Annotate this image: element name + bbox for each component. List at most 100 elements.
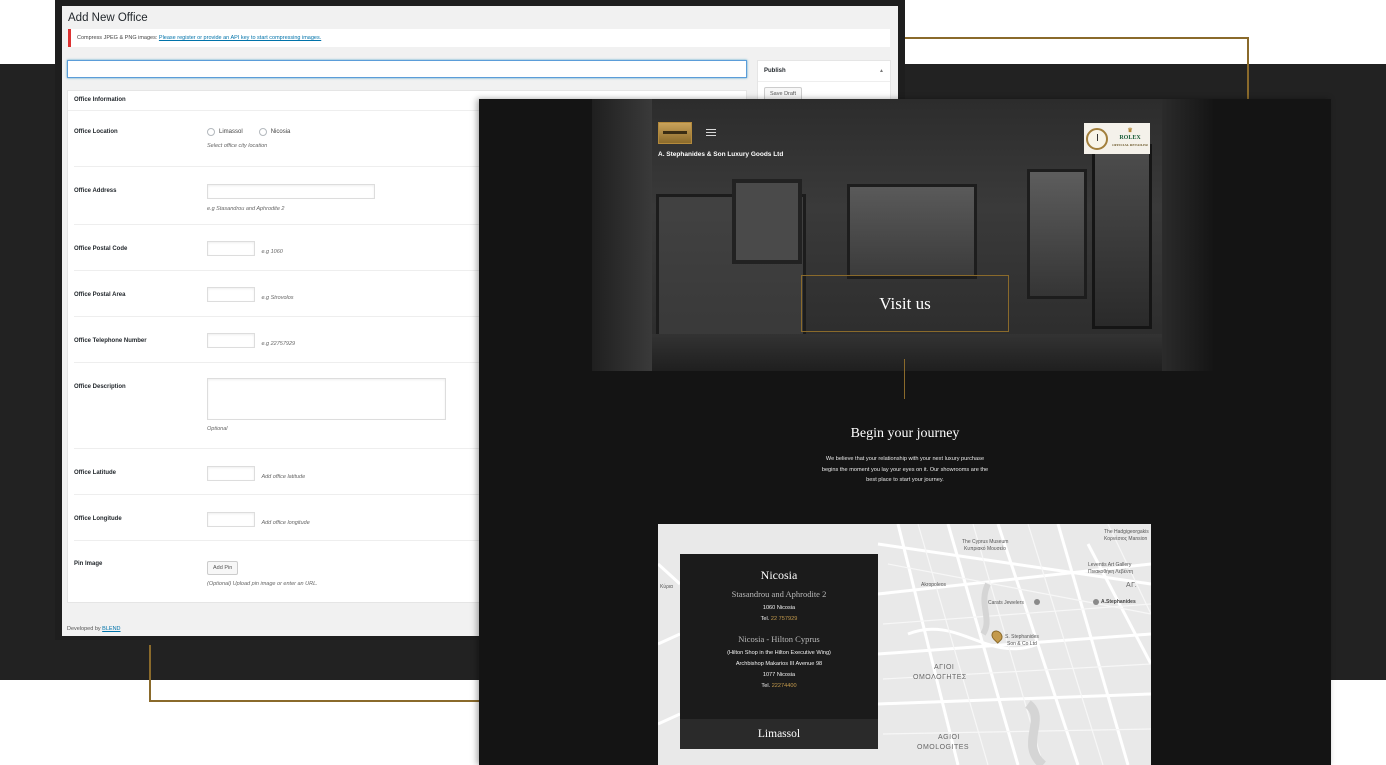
hero-wall-right xyxy=(1162,99,1215,371)
card-tel-2-prefix: Tel. xyxy=(761,683,771,689)
label-telephone: Office Telephone Number xyxy=(74,338,147,344)
rolex-clock-icon xyxy=(1086,127,1109,150)
hero-cabinet-center xyxy=(847,184,977,279)
visit-us-frame: Visit us xyxy=(801,275,1009,332)
pin-hint: (Optional) Upload pin image or enter an … xyxy=(207,581,318,587)
map-label-agioi-4: OMOLOGITES xyxy=(917,744,970,751)
card-address-2-title: Nicosia - Hilton Cyprus xyxy=(738,634,820,644)
notice-link[interactable]: Please register or provide an API key to… xyxy=(159,35,321,41)
map-label-son-co-1: S. Stephanides xyxy=(1005,634,1039,640)
telephone-input[interactable] xyxy=(207,333,255,349)
card-tel-1[interactable]: 22 757929 xyxy=(771,616,797,622)
label-office-location: Office Location xyxy=(74,129,118,135)
longitude-input[interactable] xyxy=(207,512,255,528)
footer-text: Developed by xyxy=(67,626,101,632)
publish-title: Publish xyxy=(764,68,786,74)
location-hint: Select office city location xyxy=(207,143,268,149)
connector-line-top xyxy=(905,37,1249,39)
hero-door-right xyxy=(1092,144,1152,329)
notice-text: Compress JPEG & PNG images: xyxy=(77,35,158,41)
screenshot-stage: Add New Office Compress JPEG & PNG image… xyxy=(0,0,1386,765)
longitude-hint: Add office longitude xyxy=(261,520,310,526)
radio-nicosia-label: Nicosia xyxy=(270,129,291,135)
label-office-address: Office Address xyxy=(74,188,117,194)
office-address-input[interactable] xyxy=(207,184,375,200)
rolex-sub-label: OFFICIAL RETAILER xyxy=(1112,143,1148,147)
menu-hamburger-icon[interactable] xyxy=(706,129,716,138)
card-address-2-line2: Archbishop Makarios III Avenue 98 xyxy=(735,661,823,667)
description-textarea[interactable] xyxy=(207,378,446,420)
rolex-label: ROLEX xyxy=(1119,135,1141,141)
card-postal-2: 1077 Nicosia xyxy=(762,672,796,678)
hero-wall-left xyxy=(592,99,652,371)
collapse-arrow-icon[interactable]: ▲ xyxy=(879,68,884,74)
postal-code-input[interactable] xyxy=(207,241,255,257)
label-description: Office Description xyxy=(74,384,126,390)
page-title: Add New Office xyxy=(68,12,148,24)
map-label-geograph: The Hadgigeorgakis xyxy=(1104,529,1149,535)
latitude-hint: Add office latitude xyxy=(261,474,306,480)
card-tel-1-row: Tel. 22 757929 xyxy=(680,616,878,622)
card-tel-2-row: Tel. 22274400 xyxy=(680,683,878,689)
rolex-badge[interactable]: ♛ ROLEX OFFICIAL RETAILER xyxy=(1084,123,1150,154)
office-title-input[interactable] xyxy=(67,60,747,78)
map-label-museum-gr: Κυπριακό Μουσείο xyxy=(964,546,1006,552)
label-postal-area: Office Postal Area xyxy=(74,292,126,298)
brand-logo-icon[interactable] xyxy=(658,122,692,144)
connector-line-top-drop xyxy=(1247,37,1249,99)
address-hint: e.g Stasandrou and Aphrodite 2 xyxy=(207,206,285,212)
map-label-geograph-2: Κορνέσιος Mansion xyxy=(1104,536,1148,542)
latitude-input[interactable] xyxy=(207,466,255,482)
postal-area-input[interactable] xyxy=(207,287,255,303)
brand-name: A. Stephanides & Son Luxury Goods Ltd xyxy=(658,151,784,158)
admin-footer: Developed by BLEND xyxy=(67,626,121,632)
limassol-label: Limassol xyxy=(757,728,801,740)
map-label-agioi-1: ΑΓΙΟΙ xyxy=(934,664,955,671)
hero-banner: A. Stephanides & Son Luxury Goods Ltd ♛ … xyxy=(592,99,1215,371)
map-label-museum: The Cyprus Museum xyxy=(962,539,1009,545)
card-address-2-line1: (Hilton Shop in the Hilton Executive Win… xyxy=(727,650,831,656)
footer-link[interactable]: BLEND xyxy=(102,626,120,632)
journey-title: Begin your journey xyxy=(850,426,960,441)
carats-place-icon xyxy=(1034,599,1040,605)
label-longitude: Office Longitude xyxy=(74,516,122,522)
add-pin-button[interactable]: Add Pin xyxy=(207,561,239,575)
card-postal-1: 1060 Nicosia xyxy=(762,605,796,611)
label-postal-code: Office Postal Code xyxy=(74,246,128,252)
website-window: A. Stephanides & Son Luxury Goods Ltd ♛ … xyxy=(479,99,1331,765)
map-label-son-co-2: Son & Co Ltd xyxy=(1007,641,1037,647)
telephone-hint: e.g 22757929 xyxy=(261,341,296,347)
map-label-ag: ΑΓ. xyxy=(1126,582,1138,589)
journey-text: We believe that your relationship with y… xyxy=(821,456,989,483)
hero-showcase-frame xyxy=(732,179,802,264)
admin-notice: Compress JPEG & PNG images: Please regis… xyxy=(68,29,890,47)
radio-limassol-label: Limassol xyxy=(219,129,243,135)
postal-area-hint: e.g Strovolos xyxy=(261,295,294,301)
map-label-carats: Carats Jewelers xyxy=(988,600,1024,606)
radio-limassol[interactable] xyxy=(207,128,215,136)
limassol-tab[interactable]: Limassol xyxy=(680,719,878,749)
hero-title: Visit us xyxy=(879,293,931,313)
map-label-agioi-2: ΟΜΟΛΟΓΗΤΕΣ xyxy=(913,674,967,681)
rolex-crown-icon: ♛ xyxy=(1127,128,1133,134)
hero-cabinet-right xyxy=(1027,169,1087,299)
map-label-leventis: Leventis Art Gallery xyxy=(1088,562,1132,568)
description-hint: Optional xyxy=(207,426,228,432)
card-tel-2[interactable]: 22274400 xyxy=(772,683,797,689)
map-label-akropoleos: Akropoleos xyxy=(921,582,947,588)
label-latitude: Office Latitude xyxy=(74,470,117,476)
card-city: Nicosia xyxy=(760,568,798,582)
radio-nicosia[interactable] xyxy=(258,128,267,136)
location-map[interactable]: The Cyprus Museum Κυπριακό Μουσείο The H… xyxy=(658,524,1151,765)
label-pin-image: Pin Image xyxy=(74,561,103,567)
map-label-kyria: Κύρια xyxy=(660,584,673,590)
hero-divider-line xyxy=(904,359,905,399)
connector-line-bottom xyxy=(149,700,479,702)
connector-line-bottom-drop xyxy=(149,645,151,702)
card-tel-1-prefix: Tel. xyxy=(760,616,770,622)
stephanides-place-icon xyxy=(1093,599,1099,605)
map-label-stephanides: A.Stephanides xyxy=(1101,599,1136,605)
card-address-1: Stasandrou and Aphrodite 2 xyxy=(731,589,827,599)
map-label-agioi-3: AGIOI xyxy=(938,734,960,741)
map-label-leventis-gr: Πινακοθήκη Λεβέντη xyxy=(1088,569,1134,575)
